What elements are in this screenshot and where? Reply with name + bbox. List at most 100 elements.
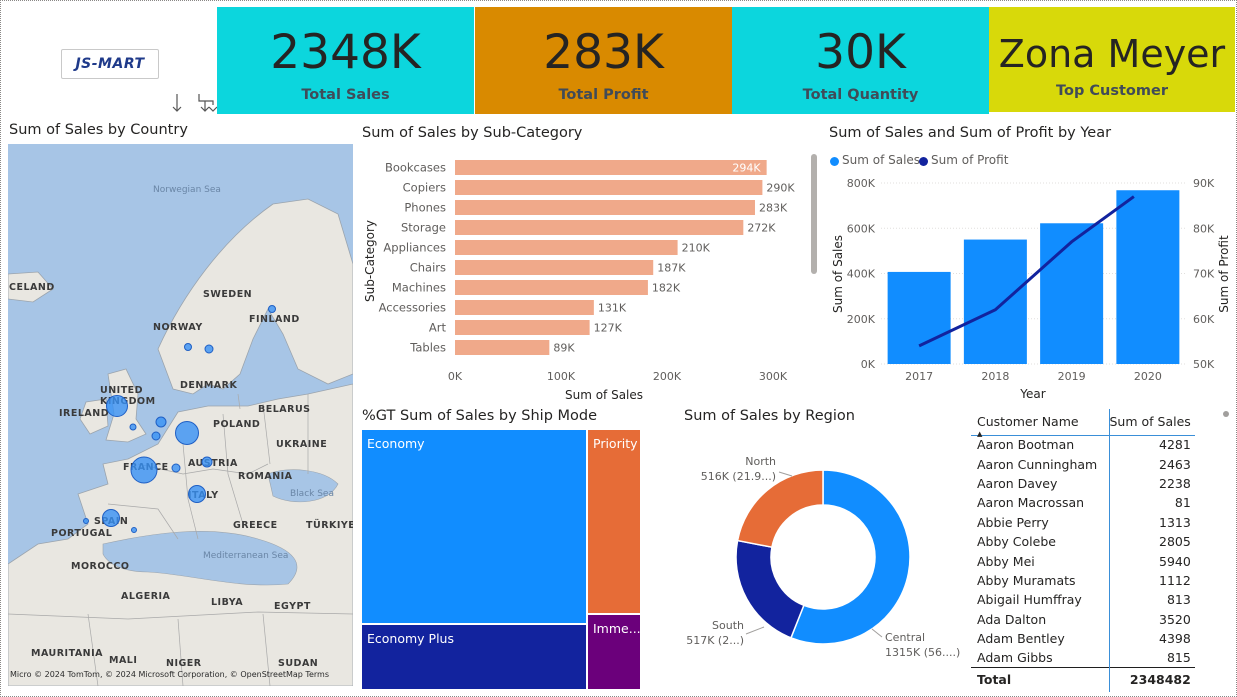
y-left-tick-label: 200K (847, 313, 876, 326)
expand-all-down-icon[interactable] (198, 94, 218, 112)
map-bubble-portugal[interactable] (131, 527, 137, 533)
table-scroll-handle[interactable] (1223, 411, 1229, 417)
bar-copiers[interactable] (455, 180, 763, 195)
map-sea-label: Black Sea (290, 489, 334, 499)
table-row[interactable]: Aaron Macrossan 81 (971, 493, 1195, 513)
table-row[interactable]: Abby Mei 5940 (971, 551, 1195, 571)
map-bubble-finland[interactable] (268, 305, 276, 313)
x-tick-label: 200K (653, 370, 682, 383)
map-bubble-spain[interactable] (102, 509, 120, 527)
cell-customer-name: Aaron Cunningham (977, 456, 1098, 472)
sort-ascending-icon[interactable]: ▲ (977, 430, 982, 438)
sales-bar-2018[interactable] (963, 239, 1027, 364)
sales-bar-2017[interactable] (887, 271, 951, 364)
table-row[interactable]: Adam Gibbs 815 (971, 648, 1195, 668)
cell-customer-name: Aaron Macrossan (977, 495, 1085, 511)
country-map[interactable]: Norwegian Sea Black Sea Mediterranean Se… (8, 144, 353, 686)
drill-down-icon[interactable] (172, 94, 182, 112)
region-donut-chart[interactable]: North 516K (21.9...) South 517K (2...) Centr… (684, 441, 974, 681)
map-bubble-france[interactable] (130, 456, 158, 484)
bar-machines[interactable] (455, 280, 648, 295)
map-country-label: ALGERIA (121, 591, 171, 602)
kpi-label: Total Sales (301, 87, 390, 103)
treemap-cell-economy-plus[interactable]: Economy Plus (362, 625, 586, 689)
subcat-bar-chart[interactable]: Bookcases 294K Copiers 290K Phones 283K Storag… (358, 151, 813, 406)
table-row[interactable]: Abby Muramats 1112 (971, 570, 1195, 591)
y-right-tick-label: 60K (1193, 313, 1215, 326)
bar-tables[interactable] (455, 340, 550, 355)
map-bubble-portugal-2[interactable] (83, 518, 89, 524)
cell-total-value: 2348482 (1108, 667, 1195, 692)
table-row[interactable]: Abbie Perry 1313 (971, 512, 1195, 532)
map-country-label: MOROCCO (71, 561, 130, 572)
x-axis-title: Sum of Sales (565, 388, 643, 402)
donut-label-value: 517K (2...) (686, 634, 744, 647)
treemap-cell-immediate[interactable]: Imme... (588, 615, 640, 689)
drill-down-icons[interactable] (169, 93, 219, 115)
table-row[interactable]: Aaron Cunningham 2463 (971, 454, 1195, 474)
map-bubble-uk-2[interactable] (129, 423, 137, 431)
cell-sum-of-sales: 2463 (1108, 454, 1195, 474)
table-total-row: Total 2348482 (971, 667, 1195, 692)
map-country-label: BELARUS (258, 404, 311, 415)
cell-sum-of-sales: 1112 (1108, 570, 1195, 591)
bar-category-label: Storage (401, 221, 446, 235)
map-bubble-sweden[interactable] (204, 344, 214, 354)
kpi-value: Zona Meyer (998, 32, 1226, 76)
sales-bar-2019[interactable] (1040, 223, 1104, 364)
x-axis-title: Year (1019, 387, 1045, 401)
kpi-top-customer: Zona Meyer Top Customer (989, 7, 1235, 112)
bar-category-label: Tables (409, 341, 446, 355)
bar-category-label: Phones (404, 201, 446, 215)
map-bubble-germany[interactable] (175, 421, 199, 445)
bar-accessories[interactable] (455, 300, 594, 315)
subcat-scrollbar-thumb[interactable] (811, 154, 817, 274)
bar-art[interactable] (455, 320, 590, 335)
legend-dot-profit (919, 157, 928, 166)
table-row[interactable]: Abigail Humffray 813 (971, 590, 1195, 610)
bar-chairs[interactable] (455, 260, 654, 275)
map-country-label: MALI (109, 655, 138, 666)
map-country-label: AUSTRIA (188, 458, 238, 469)
bar-data-label: 294K (732, 162, 761, 175)
y-right-tick-label: 80K (1193, 222, 1215, 235)
bar-bookcases[interactable] (455, 160, 767, 175)
map-bubble-netherlands[interactable] (155, 416, 167, 428)
legend-label-sales: Sum of Sales (842, 153, 921, 167)
y-right-tick-label: 70K (1193, 268, 1215, 281)
bar-phones[interactable] (455, 200, 755, 215)
bar-category-label: Art (429, 321, 447, 335)
cell-sum-of-sales: 815 (1108, 648, 1195, 668)
bar-appliances[interactable] (455, 240, 678, 255)
map-country-label: IRELAND (59, 408, 110, 419)
map-sea-label: Mediterranean Sea (203, 551, 289, 561)
map-bubble-italy[interactable] (188, 485, 206, 503)
col-header-customer-name[interactable]: Customer Name ▲ (971, 409, 1109, 438)
treemap-cell-priority[interactable]: Priority (588, 430, 640, 613)
leader-line (871, 628, 883, 638)
map-bubble-austria[interactable] (201, 456, 213, 468)
map-bubble-switzerland[interactable] (171, 463, 181, 473)
treemap-cell-economy[interactable]: Economy (362, 430, 586, 623)
table-row[interactable]: Abby Colebe 2805 (971, 531, 1195, 552)
table-row[interactable]: Adam Bentley 4398 (971, 628, 1195, 649)
x-tick-label: 2018 (981, 370, 1009, 383)
map-bubble-belgium[interactable] (151, 431, 161, 441)
bar-storage[interactable] (455, 220, 744, 235)
attribution-text[interactable]: © 2024 TomTom, © 2024 Microsoft Corporat… (34, 670, 329, 679)
table-row[interactable]: Aaron Davey 2238 (971, 473, 1195, 494)
sales-profit-combo-chart[interactable]: 0K 200K 400K 600K 800K 50K 60K 70K 80K 90K 2017 201… (825, 169, 1237, 404)
col-header-sum-of-sales[interactable]: Sum of Sales (1108, 409, 1195, 436)
y-right-tick-label: 50K (1193, 358, 1215, 371)
map-bubble-uk[interactable] (106, 395, 128, 417)
customer-table[interactable]: Customer Name ▲ Sum of Sales Aaron Bootm… (971, 409, 1195, 692)
map-country-label: SUDAN (278, 658, 319, 669)
map-bubble-norway[interactable] (184, 343, 192, 351)
x-tick-label: 0K (448, 370, 463, 383)
map-sea-label: Norwegian Sea (153, 185, 221, 195)
sales-bar-2020[interactable] (1116, 190, 1180, 364)
kpi-total-sales: 2348K Total Sales (217, 7, 474, 114)
table-row[interactable]: Aaron Bootman 4281 (971, 435, 1195, 455)
donut-slice-south[interactable] (735, 539, 805, 639)
table-row[interactable]: Ada Dalton 3520 (971, 609, 1195, 629)
